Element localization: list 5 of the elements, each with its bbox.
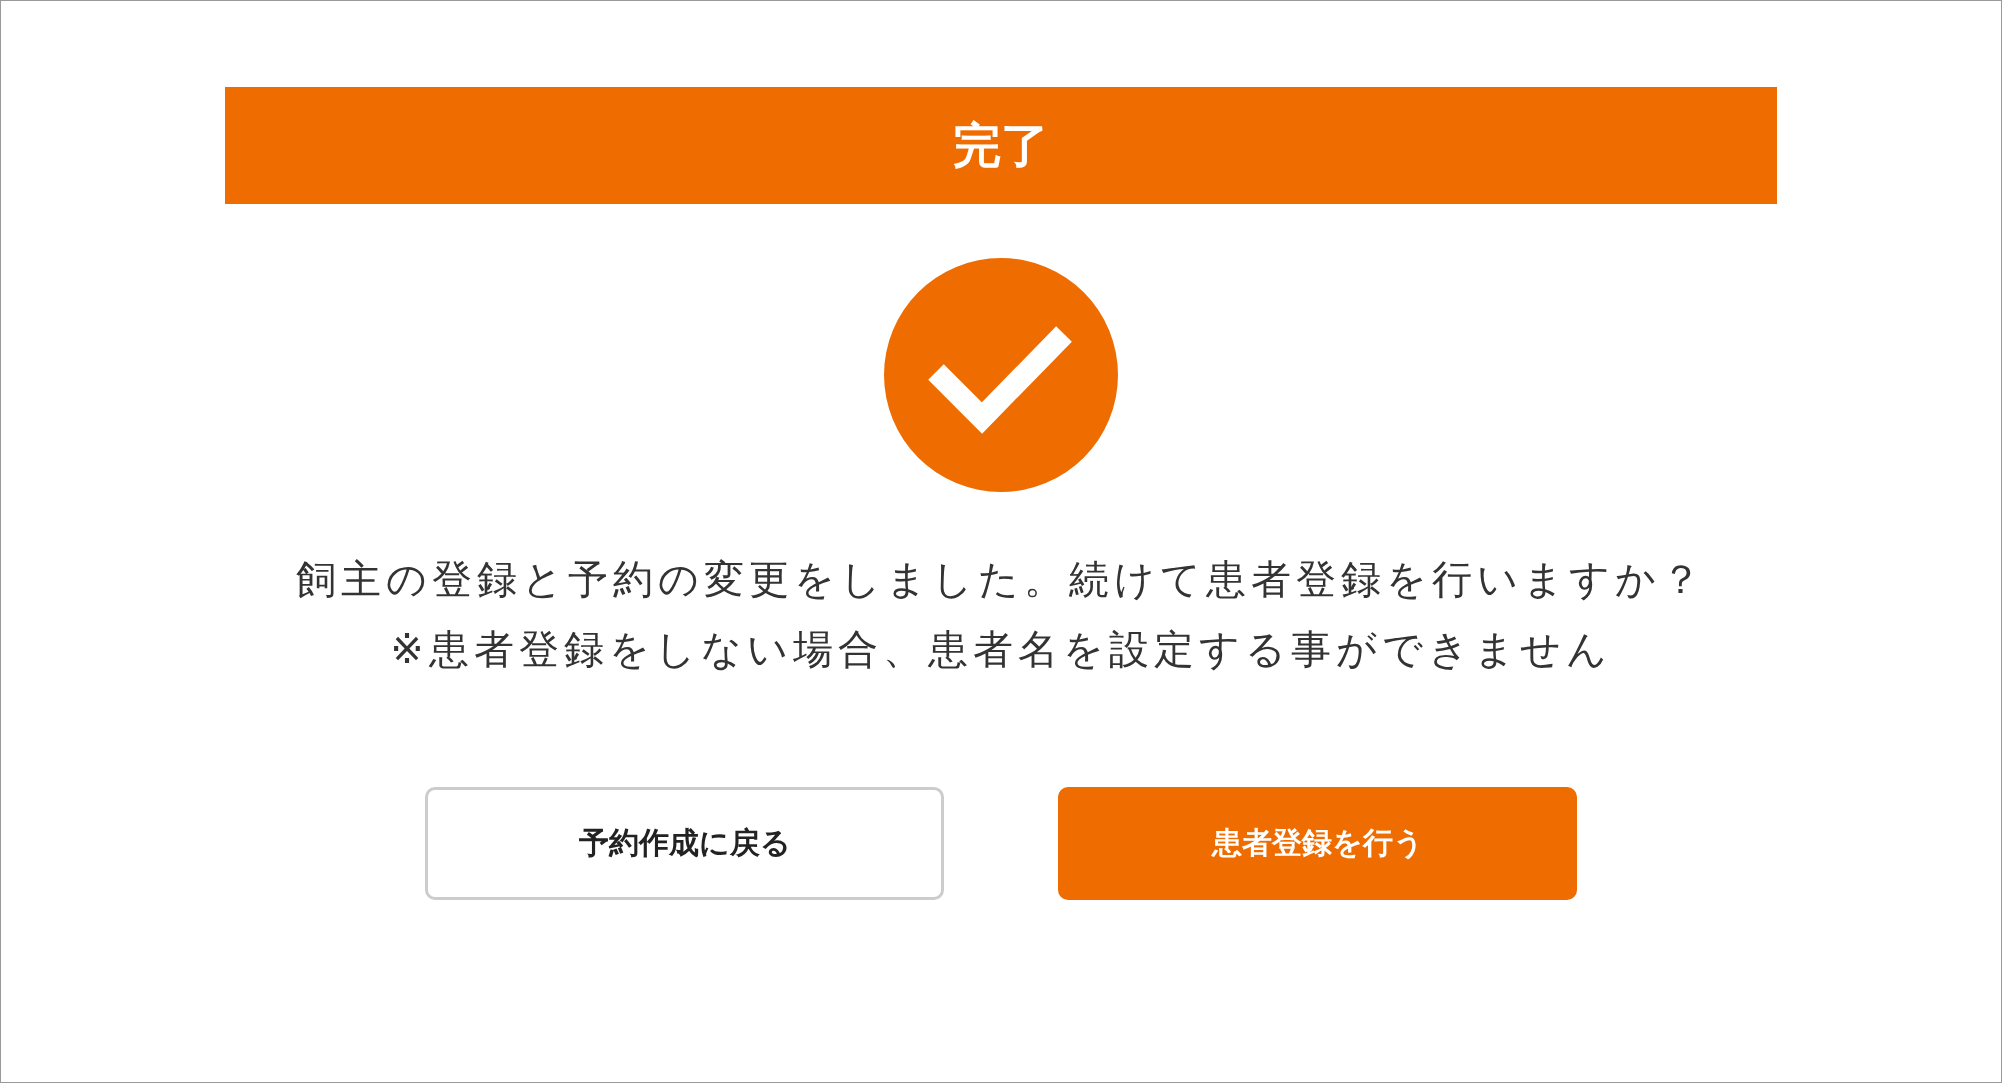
header-title: 完了	[953, 115, 1049, 175]
checkmark-circle-icon	[884, 258, 1118, 492]
message-text: 飼主の登録と予約の変更をしました。続けて患者登録を行いますか？	[296, 555, 1706, 604]
message-text: ※患者登録をしない場合、患者名を設定する事ができません	[389, 625, 1613, 674]
action-button[interactable]: 予約作成に戻る	[425, 787, 944, 900]
